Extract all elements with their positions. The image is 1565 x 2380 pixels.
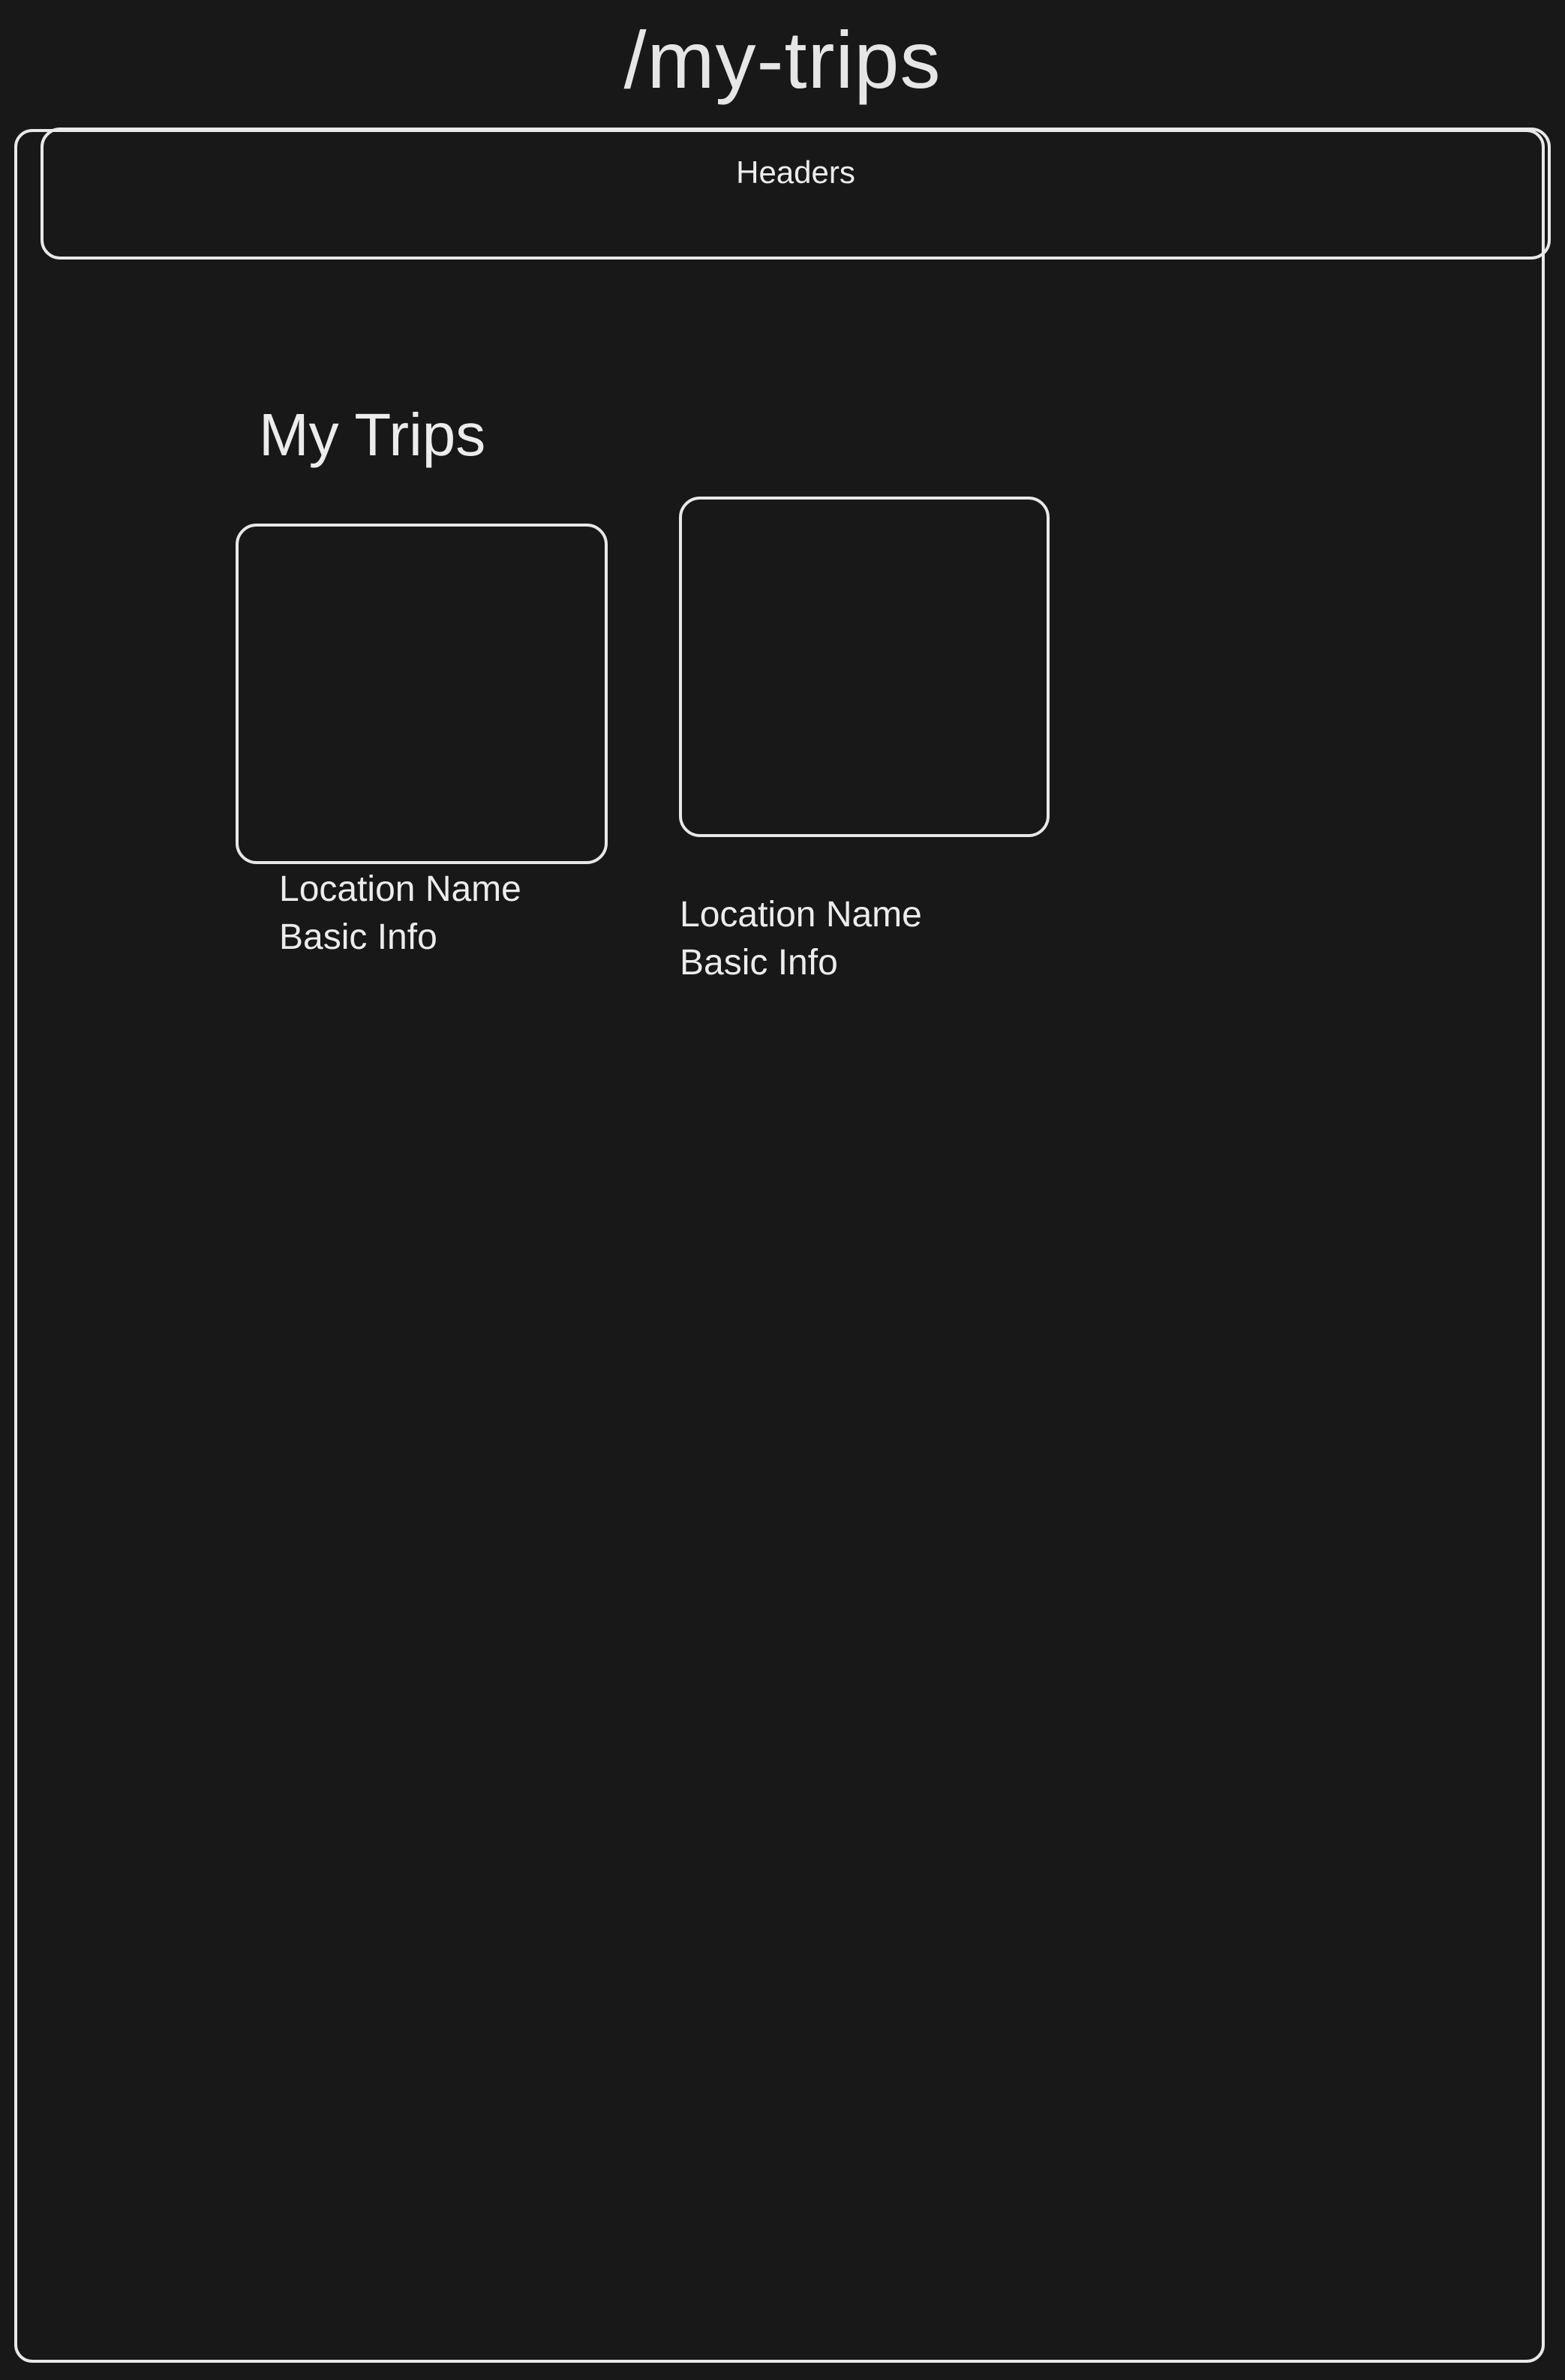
- trip-basic-info: Basic Info: [680, 943, 838, 983]
- page-title: My Trips: [259, 401, 486, 468]
- trip-location-name: Location Name: [680, 895, 922, 935]
- header-bar: Headers: [41, 128, 1551, 260]
- trip-basic-info: Basic Info: [279, 917, 437, 957]
- trip-info: Location Name Basic Info: [279, 866, 521, 962]
- page-frame: [14, 129, 1545, 2363]
- route-title: /my-trips: [623, 14, 942, 105]
- trip-location-name: Location Name: [279, 869, 521, 909]
- trip-info: Location Name Basic Info: [680, 891, 922, 987]
- trip-image-placeholder[interactable]: [236, 524, 608, 864]
- header-label: Headers: [736, 155, 855, 190]
- trip-image-placeholder[interactable]: [679, 497, 1050, 837]
